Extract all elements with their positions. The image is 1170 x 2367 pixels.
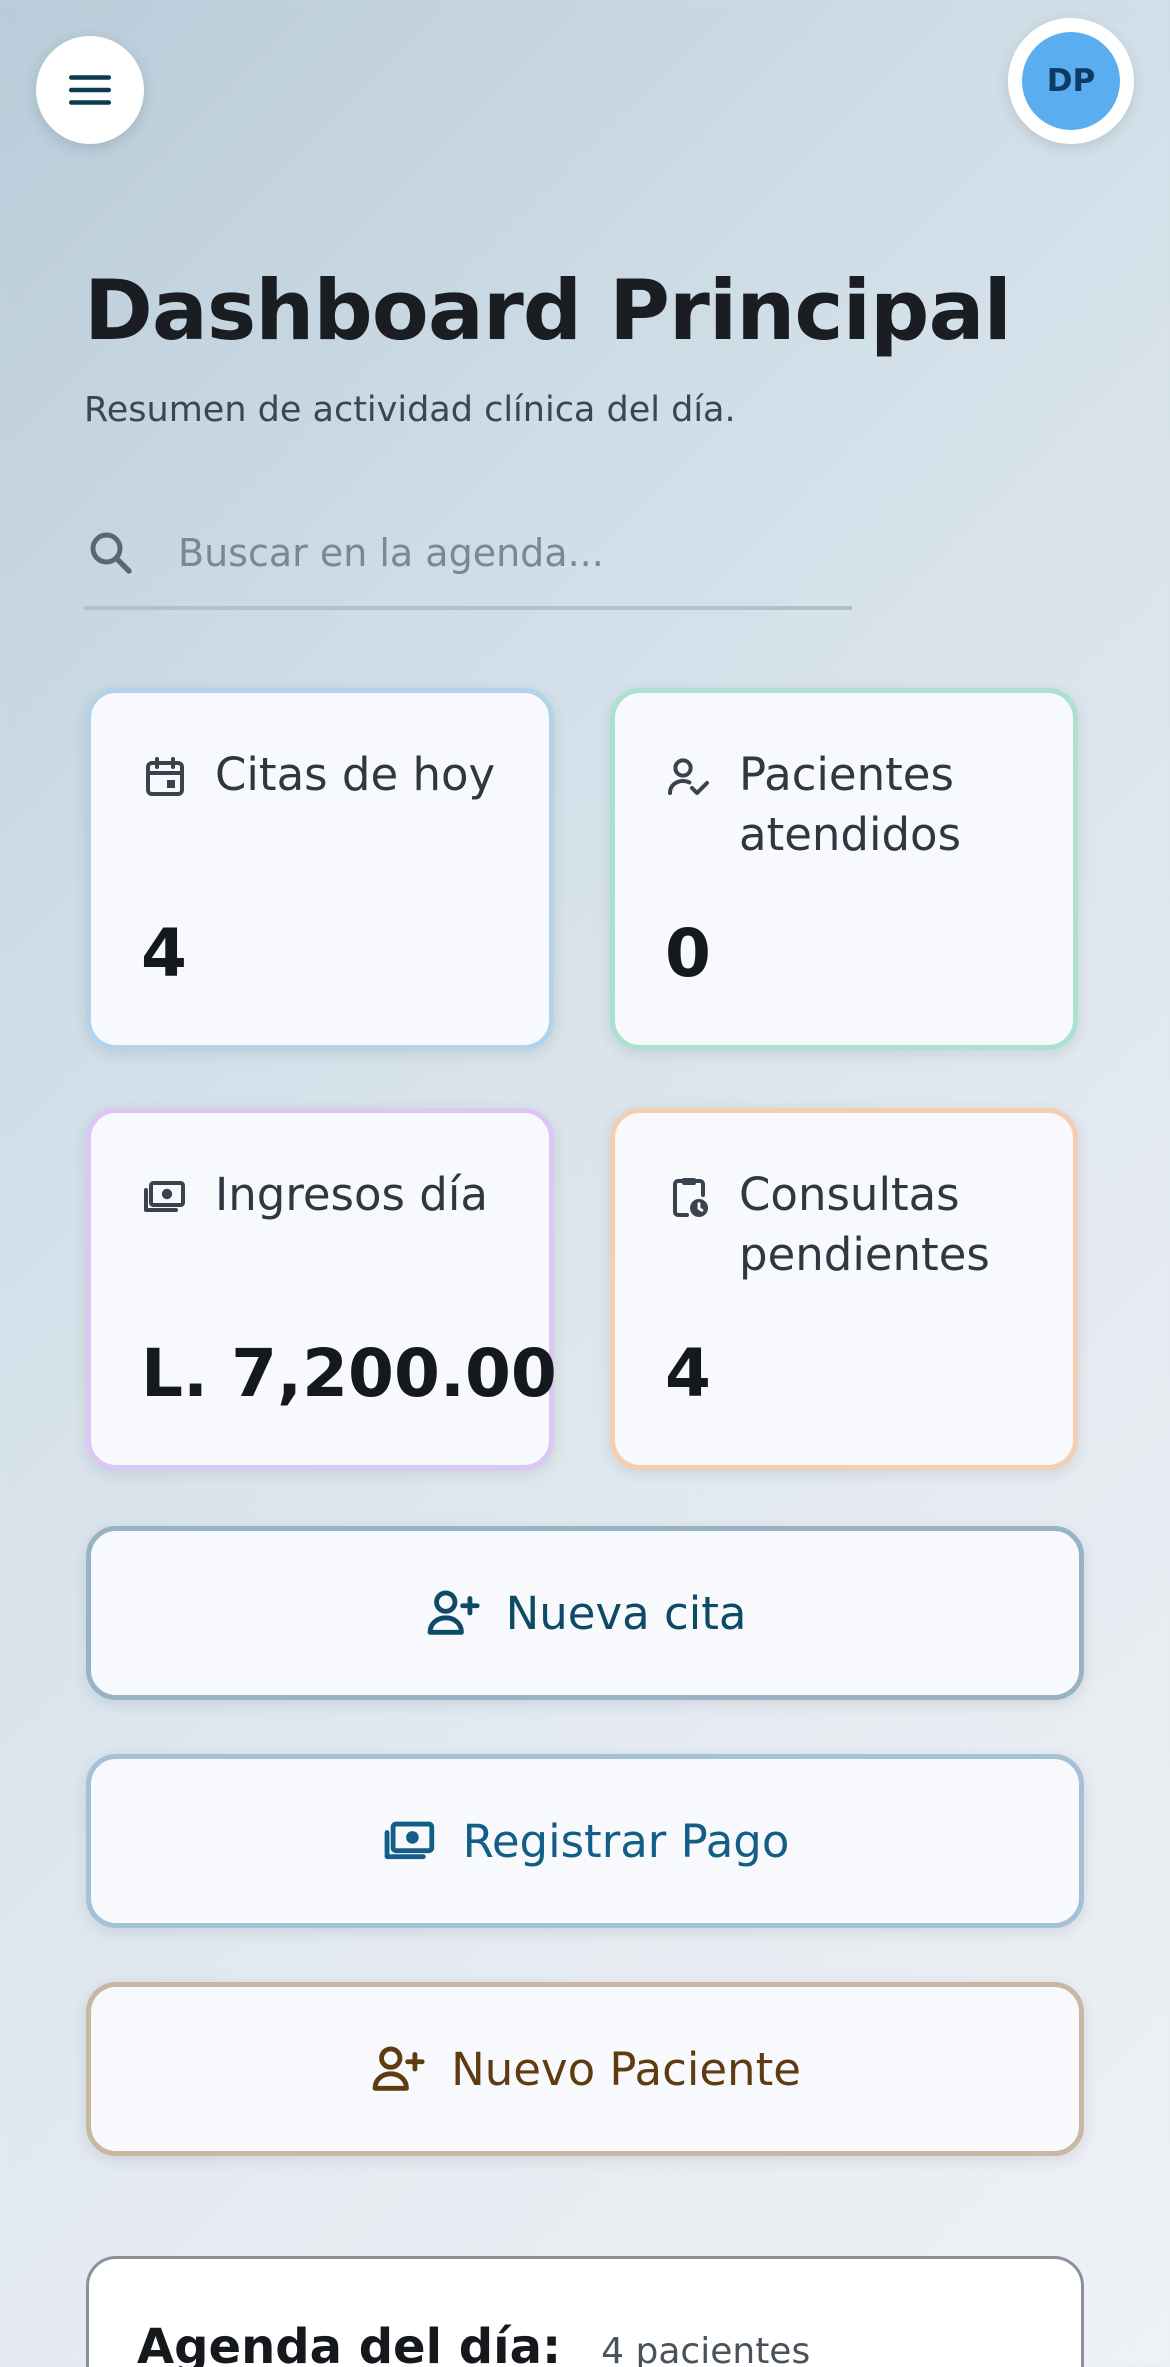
register-payment-button[interactable]: Registrar Pago [86, 1754, 1084, 1928]
new-patient-button[interactable]: Nuevo Paciente [86, 1982, 1084, 2156]
stat-label: Pacientes atendidos [739, 748, 962, 861]
agenda-count: 4 pacientes [601, 2331, 811, 2367]
stat-label: Ingresos día [215, 1168, 488, 1221]
menu-button[interactable] [36, 36, 144, 144]
user-plus-icon [372, 2046, 425, 2091]
stat-value: 4 [665, 1335, 711, 1412]
cash-icon [144, 1181, 185, 1212]
new-appointment-label: Nueva cita [505, 1586, 747, 1640]
stat-card-ingresos-dia: Ingresos día L. 7,200.00 [86, 1108, 557, 1470]
stat-value: L. 7,200.00 [141, 1335, 557, 1412]
new-patient-label: Nuevo Paciente [451, 2042, 801, 2096]
agenda-title: Agenda del día: [137, 2319, 562, 2367]
stat-value: 4 [141, 915, 187, 992]
avatar-button[interactable]: DP [1008, 18, 1134, 144]
stat-card-consultas-pendientes: Consultas pendientes 4 [610, 1108, 1078, 1470]
stat-label: Citas de hoy [215, 748, 496, 801]
search-icon [90, 532, 132, 574]
search-input[interactable] [178, 531, 798, 575]
stat-card-pacientes-atendidos: Pacientes atendidos 0 [610, 688, 1078, 1050]
user-plus-icon [427, 1590, 480, 1635]
register-payment-label: Registrar Pago [462, 1814, 790, 1868]
stat-card-citas-hoy: Citas de hoy 4 [86, 688, 554, 1050]
agenda-header: Agenda del día: 4 pacientes [137, 2319, 810, 2367]
page-title: Dashboard Principal [84, 262, 1012, 359]
cash-icon [384, 1821, 434, 1860]
page-subtitle: Resumen de actividad clínica del día. [84, 390, 736, 430]
stat-label: Consultas pendientes [739, 1168, 990, 1281]
avatar: DP [1022, 32, 1120, 130]
search-bar [84, 500, 852, 610]
stat-value: 0 [665, 915, 711, 992]
clipboard-clock-icon [673, 1178, 708, 1217]
user-check-icon [668, 758, 709, 795]
agenda-card: Agenda del día: 4 pacientes [86, 2256, 1084, 2367]
hamburger-icon [68, 75, 112, 105]
calendar-icon [146, 757, 184, 796]
new-appointment-button[interactable]: Nueva cita [86, 1526, 1084, 1700]
